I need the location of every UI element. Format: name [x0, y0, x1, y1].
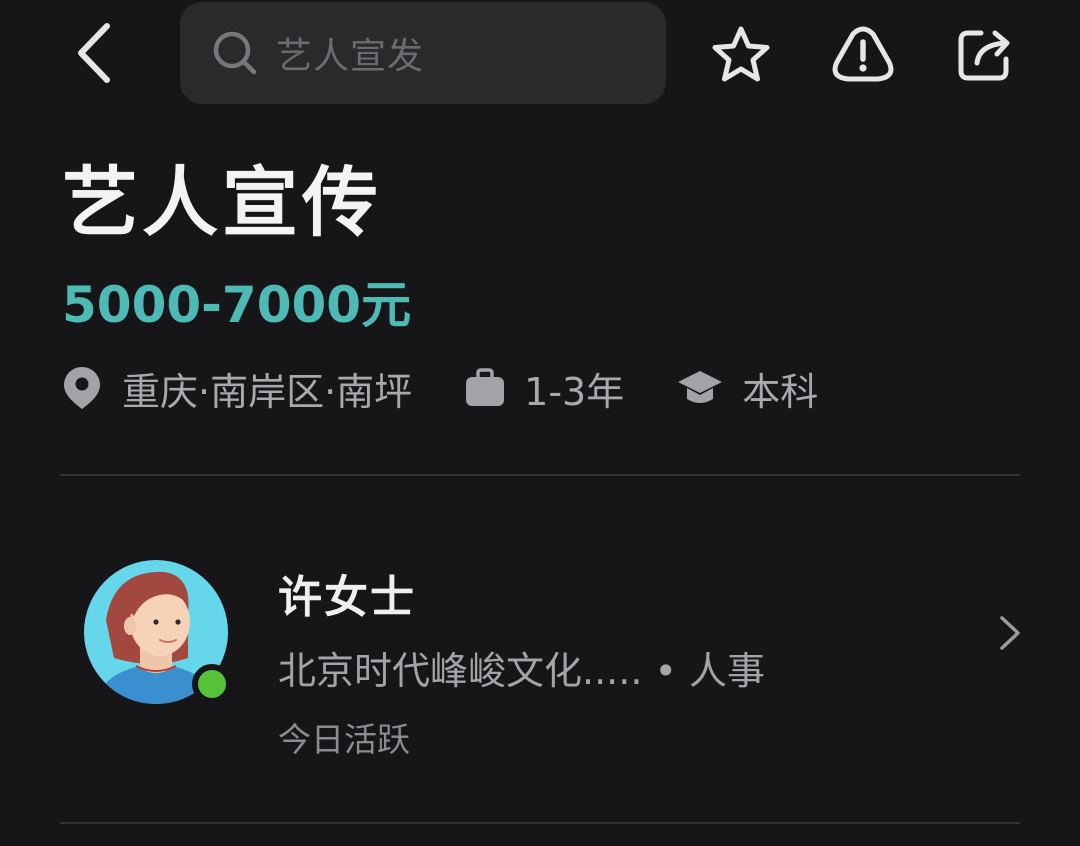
- job-meta-row: 重庆·南岸区·南坪 1-3年 本科: [60, 360, 818, 416]
- chevron-right-icon: [1000, 616, 1020, 650]
- search-icon: [213, 31, 257, 75]
- location-pin-icon: [64, 367, 100, 409]
- recruiter-active-status: 今日活跃: [278, 720, 410, 759]
- back-button[interactable]: [60, 18, 130, 88]
- warning-icon: [832, 26, 894, 82]
- job-title: 艺人宣传: [62, 158, 382, 247]
- divider: [60, 822, 1020, 824]
- favorite-button[interactable]: [706, 20, 776, 90]
- divider: [60, 474, 1020, 476]
- experience-info: 1-3年: [464, 361, 624, 416]
- location-text: 重庆·南岸区·南坪: [122, 369, 413, 414]
- location-info: 重庆·南岸区·南坪: [60, 361, 412, 416]
- chevron-left-icon: [78, 23, 110, 83]
- briefcase-icon: [466, 368, 505, 406]
- search-placeholder: 艺人宣发: [276, 36, 425, 77]
- experience-text: 1-3年: [524, 369, 625, 414]
- recruiter-company-role: 北京时代峰峻文化..... • 人事: [278, 649, 765, 693]
- education-info: 本科: [676, 361, 818, 416]
- share-icon: [958, 30, 1010, 81]
- search-input[interactable]: 艺人宣发: [180, 2, 666, 104]
- online-status-dot: [192, 664, 232, 704]
- recruiter-name: 许女士: [278, 572, 416, 623]
- recruiter-detail-button[interactable]: [988, 608, 1032, 658]
- salary-range: 5000-7000元: [62, 276, 412, 334]
- star-icon: [712, 26, 770, 82]
- report-button[interactable]: [828, 20, 898, 90]
- graduation-cap-icon: [678, 371, 723, 403]
- share-button[interactable]: [950, 20, 1020, 90]
- recruiter-avatar[interactable]: [84, 560, 232, 706]
- education-text: 本科: [742, 369, 819, 414]
